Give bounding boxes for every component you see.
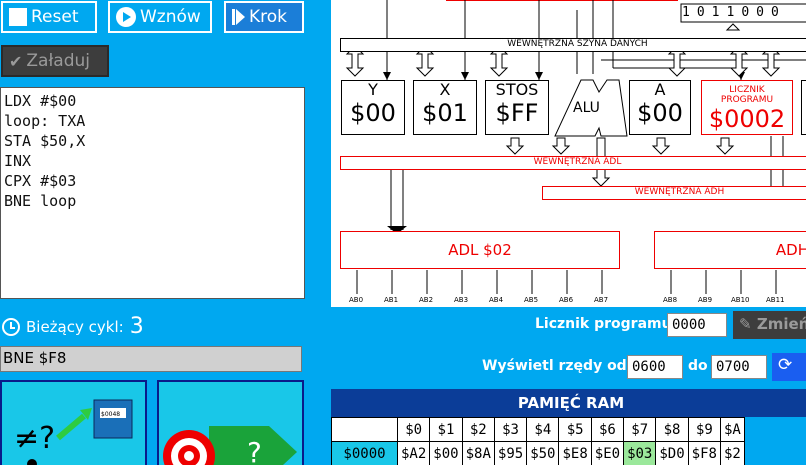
cpu-diagram: WEWNĘTRZNA SZYNA DANYCH WEWNĘTRZNA ADL W… bbox=[331, 0, 806, 307]
reset-button[interactable]: Reset bbox=[1, 1, 97, 33]
ram-title: PAMIĘĆ RAM bbox=[331, 389, 806, 417]
ram-table: $0 $1 $2 $3 $4 $5 $6 $7 $8 $9 $A $0000 $A2 $00 $8… bbox=[331, 417, 745, 465]
rows-from-input[interactable]: 0600 bbox=[627, 355, 683, 379]
rows-label: Wyświetl rzędy od: bbox=[482, 358, 633, 374]
ab-label: AB7 bbox=[594, 296, 609, 304]
load-button[interactable]: ✔ Załaduj bbox=[1, 45, 109, 77]
data-bus: WEWNĘTRZNA SZYNA DANYCH bbox=[340, 38, 806, 52]
play-icon bbox=[116, 7, 136, 27]
adh-bus: WEWNĘTRZNA ADH bbox=[542, 186, 806, 200]
cycle-label: Bieżący cykl: bbox=[26, 317, 124, 336]
step-button[interactable]: Krok bbox=[224, 1, 304, 33]
alu: ALU bbox=[573, 100, 600, 116]
rows-to-input[interactable]: 0700 bbox=[711, 355, 767, 379]
target-icon: ? bbox=[163, 426, 297, 465]
adl-register: ADL $02 bbox=[340, 231, 620, 269]
ab-label: AB3 bbox=[454, 296, 469, 304]
clock-icon bbox=[2, 317, 20, 336]
ab-label: AB9 bbox=[698, 296, 713, 304]
pc-input[interactable]: 0000 bbox=[667, 313, 727, 337]
ram-panel: PAMIĘĆ RAM $0 $1 $2 $3 $4 $5 $6 $7 $8 $9 $A $00… bbox=[331, 389, 806, 465]
register-a: A $00 bbox=[629, 80, 691, 135]
register-x: X $01 bbox=[413, 80, 477, 135]
ram-header-row: $0 $1 $2 $3 $4 $5 $6 $7 $8 $9 $A bbox=[331, 417, 745, 442]
change-pc-button[interactable]: ✎ Zmień bbox=[733, 311, 806, 339]
svg-text:?: ? bbox=[247, 436, 262, 465]
pc-label: Licznik programu: bbox=[535, 316, 678, 332]
current-instruction: BNE $F8 bbox=[0, 346, 302, 372]
ab-label: AB1 bbox=[384, 296, 399, 304]
svg-text:≠?: ≠? bbox=[14, 421, 55, 456]
rows-to-label: do bbox=[688, 358, 708, 374]
refresh-button[interactable]: ⟳ bbox=[772, 353, 806, 381]
program-counter-register: LICZNIK PROGRAMU $0002 bbox=[701, 80, 793, 135]
ab-label: AB10 bbox=[731, 296, 750, 304]
stop-icon bbox=[9, 8, 27, 26]
ab-label: AB0 bbox=[349, 296, 364, 304]
register-y: Y $00 bbox=[341, 80, 405, 135]
step-icon bbox=[232, 9, 245, 25]
register-partial bbox=[801, 80, 806, 135]
ab-label: AB2 bbox=[419, 296, 434, 304]
register-stack: STOS $FF bbox=[485, 80, 549, 135]
ab-label: AB11 bbox=[766, 296, 785, 304]
check-icon: ✔ bbox=[9, 51, 23, 71]
ab-label: AB6 bbox=[559, 296, 574, 304]
cpu-logic-icon: ≠? $0048 bbox=[14, 399, 133, 465]
ab-label: AB5 bbox=[524, 296, 539, 304]
cycle-value: 3 bbox=[129, 314, 144, 339]
resume-button[interactable]: Wznów bbox=[108, 1, 212, 33]
adl-bus: WEWNĘTRZNA ADL bbox=[340, 156, 806, 170]
goal-card[interactable]: ? bbox=[157, 380, 304, 465]
cycle-indicator: Bieżący cykl: 3 bbox=[2, 314, 144, 339]
explain-card[interactable]: ≠? $0048 bbox=[0, 380, 147, 465]
table-row: $0000 $A2 $00 $8A $95 $50 $E8 $E0 $03 $D0 $F8 $… bbox=[331, 441, 745, 465]
refresh-icon: ⟳ bbox=[778, 355, 793, 375]
pencil-icon: ✎ bbox=[739, 315, 752, 333]
code-editor[interactable]: LDX #$00 loop: TXA STA $50,X INX CPX #$0… bbox=[0, 87, 305, 299]
svg-text:$0048: $0048 bbox=[101, 411, 120, 418]
ab-label: AB8 bbox=[663, 296, 678, 304]
adh-register: ADH bbox=[654, 231, 806, 269]
ab-label: AB4 bbox=[489, 296, 504, 304]
flags-row: 1011000 bbox=[682, 5, 786, 20]
